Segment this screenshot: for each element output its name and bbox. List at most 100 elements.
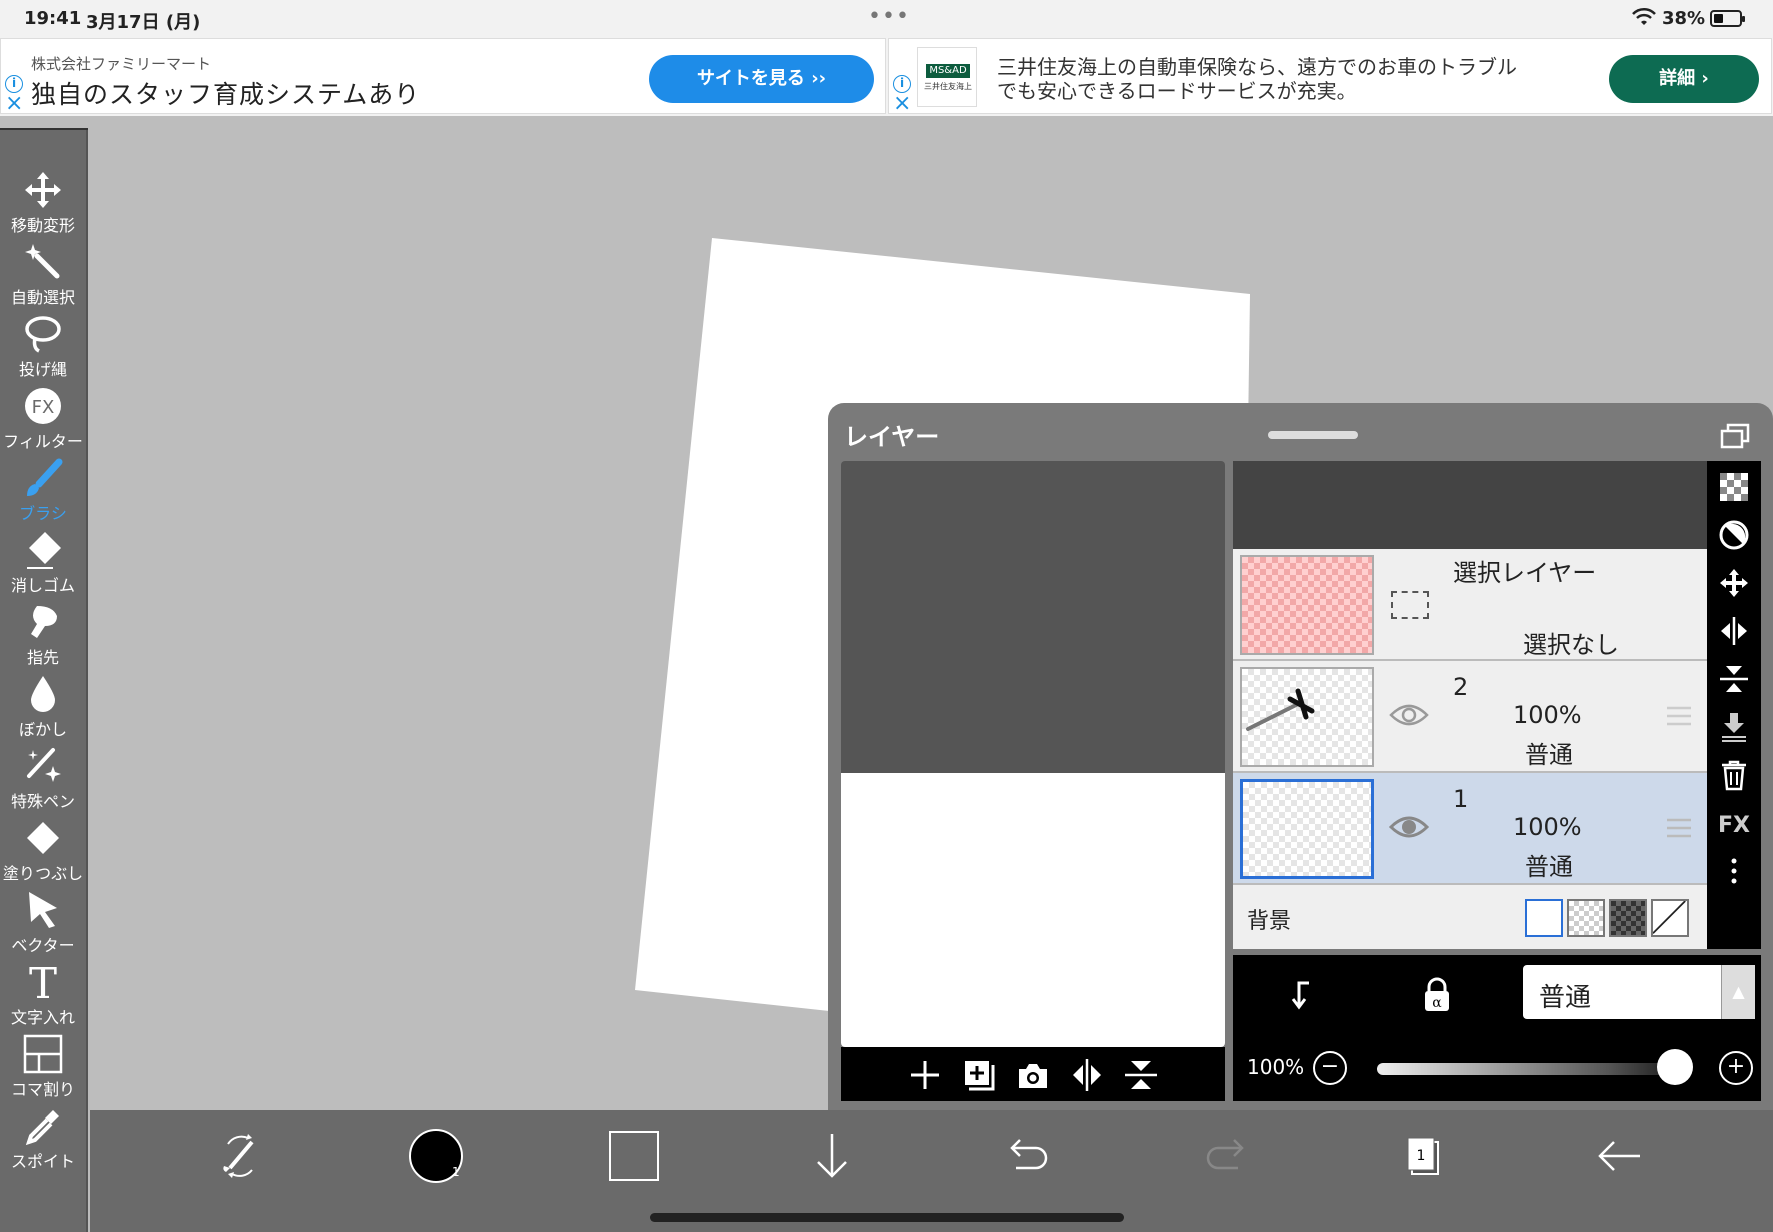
drag-handle-icon[interactable]: [1665, 817, 1693, 839]
move-icon[interactable]: [1718, 567, 1750, 599]
tool-blur[interactable]: ぼかし: [0, 670, 86, 742]
background-row: 背景: [1233, 885, 1707, 949]
flip-horizontal-icon[interactable]: [1718, 615, 1750, 647]
layer-opacity: 100%: [1513, 701, 1582, 729]
ad-banner-right[interactable]: i × MS&AD 三井住友海上 三井住友海上の自動車保険なら、遠方でのお車のト…: [888, 38, 1772, 115]
multitasking-dots-icon[interactable]: •••: [868, 4, 910, 29]
tool-special-pen[interactable]: 特殊ペン: [0, 742, 86, 814]
bg-dark-swatch[interactable]: [1609, 899, 1647, 937]
trash-icon[interactable]: [1718, 759, 1750, 791]
svg-text:α: α: [1432, 995, 1442, 1011]
tool-label: 移動変形: [10, 216, 75, 235]
clipping-icon[interactable]: [1285, 977, 1321, 1013]
tool-label: 塗りつぶし: [2, 864, 84, 883]
arrow-down-icon[interactable]: [804, 1128, 860, 1184]
ad-view-site-button[interactable]: サイトを見る ››: [649, 55, 874, 103]
blend-mode-bar: α 普通 ▲: [1233, 955, 1761, 1035]
layer-name: 2: [1453, 673, 1469, 701]
opacity-circle-icon[interactable]: [1718, 519, 1750, 551]
ad-text-line2: でも安心できるロードサービスが充実。: [997, 79, 1357, 103]
flip-vertical-icon[interactable]: [1123, 1057, 1159, 1093]
visibility-eye-icon[interactable]: [1389, 813, 1429, 841]
tool-frame[interactable]: コマ割り: [0, 1030, 86, 1102]
flip-vertical-icon[interactable]: [1718, 663, 1750, 695]
visibility-eye-icon[interactable]: [1389, 701, 1429, 729]
opacity-value: 100%: [1247, 1055, 1305, 1079]
tool-label: ぼかし: [18, 720, 67, 739]
redo-icon[interactable]: [1198, 1128, 1254, 1184]
layer-row[interactable]: 2 100% 普通: [1233, 661, 1707, 773]
tool-label: ブラシ: [19, 504, 67, 523]
background-label: 背景: [1247, 909, 1292, 934]
tool-label: ベクター: [11, 936, 75, 955]
add-layer-icon[interactable]: [907, 1057, 943, 1093]
secondary-color-icon[interactable]: [606, 1128, 662, 1184]
panel-drag-handle[interactable]: [1268, 431, 1358, 439]
layer-blend-mode: 普通: [1525, 853, 1573, 881]
layer-row-selected[interactable]: 1 100% 普通: [1233, 773, 1707, 885]
ad-text-line1: 三井住友海上の自動車保険なら、遠方でのお車のトラブル: [997, 55, 1517, 79]
ad-company: 株式会社ファミリーマート: [31, 55, 212, 73]
opacity-increase-button[interactable]: +: [1719, 1051, 1753, 1085]
blend-mode-value: 普通: [1539, 983, 1592, 1013]
tool-move[interactable]: 移動変形: [0, 166, 86, 238]
ad-close-icon[interactable]: ×: [893, 93, 911, 115]
droplet-icon: [31, 676, 55, 712]
layers-icon[interactable]: 1: [1396, 1128, 1452, 1184]
tool-filter[interactable]: FX フィルター: [0, 382, 86, 454]
checker-icon[interactable]: [1718, 471, 1750, 503]
tool-text[interactable]: T 文字入れ: [0, 958, 86, 1030]
alpha-lock-icon[interactable]: α: [1419, 977, 1455, 1013]
bg-white-swatch[interactable]: [1525, 899, 1563, 937]
merge-down-icon[interactable]: [1718, 711, 1750, 743]
tool-brush[interactable]: ブラシ: [0, 454, 86, 526]
text-t-glyph: T: [29, 962, 57, 1002]
chevron-up-icon: ▲: [1721, 965, 1755, 1019]
tool-fill[interactable]: 塗りつぶし: [0, 814, 86, 886]
layer-name: 1: [1453, 785, 1469, 813]
fx-icon[interactable]: FX: [1718, 807, 1750, 839]
flip-horizontal-icon[interactable]: [1069, 1057, 1105, 1093]
more-vertical-icon[interactable]: [1718, 855, 1750, 887]
tool-lasso[interactable]: 投げ縄: [0, 310, 86, 382]
selection-marquee-icon: [1391, 591, 1429, 619]
home-indicator[interactable]: [650, 1213, 1124, 1222]
undo-icon[interactable]: [1000, 1128, 1056, 1184]
ad-banner-left[interactable]: i × 株式会社ファミリーマート 独自のスタッフ育成システムあり サイトを見る …: [0, 38, 886, 115]
fill-bucket-icon: [27, 822, 59, 854]
layer-blend-mode: 普通: [1525, 741, 1573, 769]
frame-divider-icon: [23, 1034, 63, 1074]
window-restore-icon[interactable]: [1720, 423, 1750, 449]
battery-icon: [1710, 10, 1745, 27]
selection-layer-status: 選択なし: [1523, 631, 1619, 659]
tool-vector[interactable]: ベクター: [0, 886, 86, 958]
selection-layer-row[interactable]: 選択レイヤー 選択なし: [1233, 549, 1707, 661]
copy-layer-icon[interactable]: [961, 1057, 997, 1093]
tool-label: コマ割り: [10, 1080, 75, 1099]
opacity-decrease-button[interactable]: −: [1313, 1051, 1347, 1085]
status-bar: 19:41 3月17日 (月) ••• 38%: [0, 0, 1773, 36]
tool-eraser[interactable]: 消しゴム: [0, 526, 86, 598]
tool-label: 特殊ペン: [10, 792, 75, 811]
tool-finger[interactable]: 指先: [0, 598, 86, 670]
filter-fx-icon: FX: [25, 388, 61, 424]
layer-opacity: 100%: [1513, 813, 1582, 841]
blend-mode-select[interactable]: 普通 ▲: [1523, 965, 1755, 1019]
drag-handle-icon[interactable]: [1665, 705, 1693, 727]
opacity-slider[interactable]: [1377, 1063, 1667, 1075]
bg-transparent-swatch[interactable]: [1567, 899, 1605, 937]
bg-none-swatch[interactable]: [1651, 899, 1689, 937]
wifi-icon: [1632, 7, 1656, 25]
tool-magic-wand[interactable]: 自動選択: [0, 238, 86, 310]
transform-tool-icon[interactable]: [212, 1128, 268, 1184]
back-arrow-icon[interactable]: [1592, 1128, 1648, 1184]
ad-text: 三井住友海上の自動車保険なら、遠方でのお車のトラブル でも安心できるロードサービ…: [997, 55, 1517, 103]
tool-eyedropper[interactable]: スポイト: [0, 1102, 86, 1174]
ad-close-icon[interactable]: ×: [5, 93, 23, 115]
color-swatch-icon[interactable]: 1: [408, 1128, 464, 1184]
layer-side-toolbar: FX: [1707, 461, 1761, 949]
camera-icon[interactable]: [1015, 1057, 1051, 1093]
opacity-slider-knob[interactable]: [1657, 1049, 1693, 1085]
ad-details-button[interactable]: 詳細 ›: [1609, 55, 1759, 103]
battery-percent: 38%: [1662, 8, 1706, 29]
